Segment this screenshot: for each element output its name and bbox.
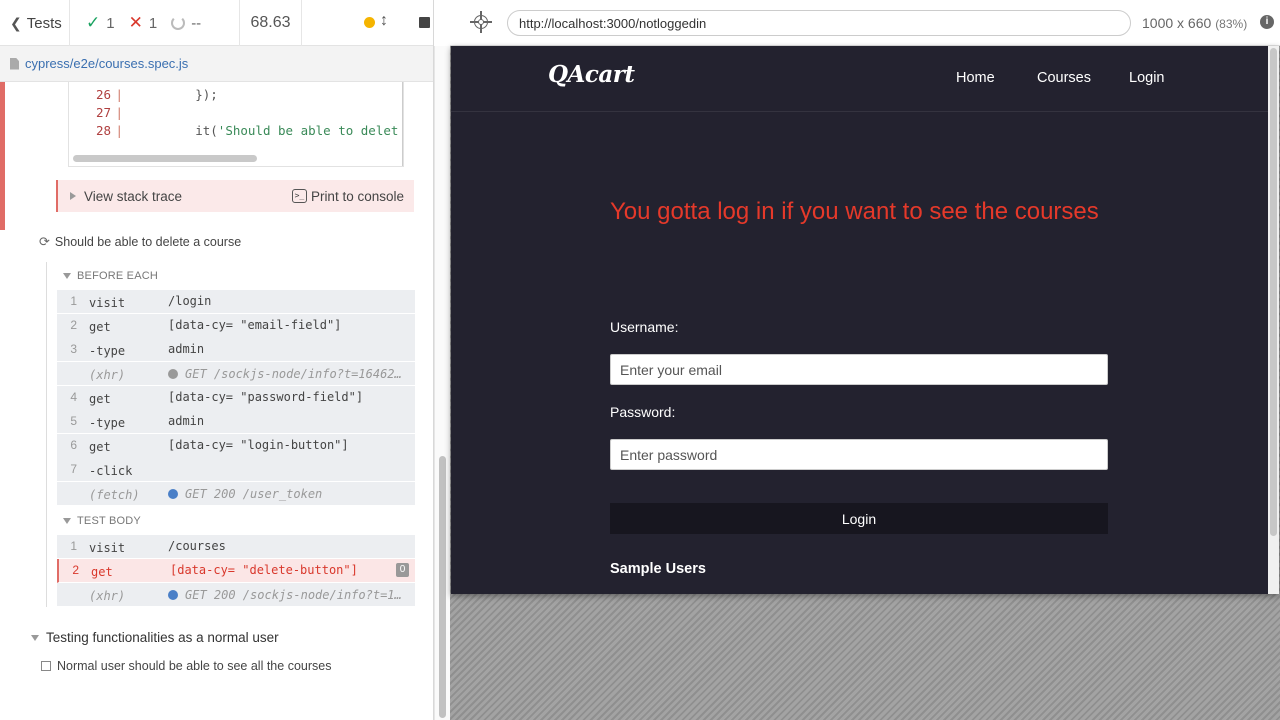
auto-scroll-toggle-icon[interactable]: ↕: [380, 12, 388, 30]
refresh-icon: ⟳: [39, 234, 50, 249]
code-line: 26 | });: [95, 87, 218, 102]
print-to-console-label: Print to console: [310, 188, 404, 204]
error-actions-bar: View stack trace >_ Print to console: [56, 180, 414, 212]
app-scrollbar[interactable]: [1268, 46, 1279, 594]
reporter-scroll-thumb[interactable]: [439, 456, 446, 718]
command-log: BEFORE EACH 1 visit /login 2 get [data-c…: [46, 262, 415, 607]
aut-header: http://localhost:3000/notloggedin 1000 x…: [450, 0, 1280, 46]
test-title-text: Should be able to delete a course: [54, 235, 242, 249]
command-row-xhr[interactable]: (xhr) GET 200 /sockjs-node/info?t=1…: [57, 583, 415, 607]
x-icon: ✕: [128, 13, 143, 32]
tests-back-button[interactable]: ❮ Tests: [0, 0, 70, 46]
spec-path-text: cypress/e2e/courses.spec.js: [25, 56, 189, 71]
passed-count: 1: [106, 14, 115, 32]
pending-stat: --: [171, 15, 201, 32]
username-label: Username:: [610, 319, 679, 335]
hook-before-each[interactable]: BEFORE EACH: [63, 270, 158, 282]
test-stats: ✓ 1 ✕ 1 --: [70, 0, 240, 46]
command-row[interactable]: 1 visit /login: [57, 290, 415, 314]
test-normal-title: Normal user should be able to see all th…: [57, 659, 332, 673]
collapse-triangle-icon: [63, 518, 71, 524]
run-duration: 68.63: [240, 0, 302, 46]
spec-file-path[interactable]: cypress/e2e/courses.spec.js: [0, 46, 433, 82]
failed-test-indicator: [0, 82, 5, 230]
password-label: Password:: [610, 404, 676, 420]
reporter-header: ❮ Tests ✓ 1 ✕ 1 -- 68.63 ↕: [0, 0, 433, 46]
viewport-size: 1000 x 660 (83%): [1142, 15, 1248, 31]
test-title[interactable]: ⟳ Should be able to delete a course: [39, 234, 241, 250]
app-navbar: QAcart Home Courses Login: [451, 46, 1279, 112]
command-row[interactable]: 6 get [data-cy= "login-button"] 7 -click: [57, 434, 415, 482]
code-frame-scrollbar[interactable]: [73, 155, 257, 162]
app-scroll-thumb[interactable]: [1270, 48, 1277, 536]
command-row-failed[interactable]: 2 get [data-cy= "delete-button"] 0: [57, 559, 415, 583]
code-frame: 26 | }); 27 | 28 | it('Should be able to de…: [68, 82, 404, 167]
password-field[interactable]: [610, 439, 1108, 470]
test-normal-user[interactable]: Normal user should be able to see all th…: [41, 659, 331, 673]
stop-button[interactable]: [419, 17, 430, 28]
hook-test-body[interactable]: TEST BODY: [63, 515, 141, 527]
file-icon: [10, 57, 19, 70]
suite-title: Testing functionalities as a normal user: [46, 630, 279, 645]
runnable-list: 26 | }); 27 | 28 | it('Should be able to de…: [0, 82, 433, 680]
code-line: 28 | it('Should be able to delet: [95, 123, 399, 138]
failed-count: 1: [148, 14, 158, 32]
suite-normal-user[interactable]: Testing functionalities as a normal user: [31, 630, 279, 645]
request-done-dot-icon: [168, 489, 178, 499]
tests-label: Tests: [26, 14, 62, 32]
auto-scroll-indicator-icon[interactable]: [364, 17, 375, 28]
expand-triangle-icon[interactable]: [70, 192, 76, 200]
reporter-panel: ❮ Tests ✓ 1 ✕ 1 -- 68.63 ↕ cypress/e2e/c…: [0, 0, 434, 720]
sample-users-heading: Sample Users: [610, 561, 706, 577]
login-required-message: You gotta log in if you want to see the …: [610, 198, 1099, 225]
collapse-triangle-icon: [31, 634, 39, 641]
view-stack-trace-toggle[interactable]: View stack trace: [84, 189, 182, 204]
collapse-triangle-icon: [63, 273, 71, 279]
code-line: 27 |: [95, 105, 123, 120]
command-row[interactable]: 1 visit /courses: [57, 535, 415, 559]
email-field[interactable]: [610, 354, 1108, 385]
chevron-left-icon: ❮: [10, 14, 22, 31]
selector-playground-icon[interactable]: [470, 11, 492, 33]
command-row-xhr[interactable]: (xhr) GET /sockjs-node/info?t=16462…: [57, 362, 415, 386]
pending-spinner-icon: [171, 16, 186, 30]
runner-controls: ↕: [302, 0, 433, 46]
info-icon[interactable]: i: [1260, 15, 1274, 29]
login-button[interactable]: Login: [610, 503, 1108, 534]
failed-stat: ✕ 1: [129, 13, 158, 33]
element-count-badge: 0: [396, 563, 409, 577]
command-row[interactable]: 4 get [data-cy= "password-field"] 5 -typ…: [57, 386, 415, 434]
passed-stat: ✓ 1: [86, 13, 115, 33]
pending-count: --: [191, 14, 202, 32]
check-icon: ✓: [86, 13, 101, 32]
xhr-pending-dot-icon: [168, 369, 178, 379]
nav-login[interactable]: Login: [1129, 70, 1164, 86]
nav-home[interactable]: Home: [956, 70, 995, 86]
app-logo[interactable]: QAcart: [548, 61, 635, 88]
print-to-console-button[interactable]: >_ Print to console: [291, 188, 404, 204]
request-done-dot-icon: [168, 590, 178, 600]
pending-test-icon: [41, 661, 51, 671]
app-iframe: QAcart Home Courses Login You gotta log …: [451, 46, 1279, 594]
reporter-scrollbar[interactable]: [434, 46, 450, 720]
command-row-fetch[interactable]: (fetch) GET 200 /user_token: [57, 482, 415, 506]
nav-courses[interactable]: Courses: [1037, 70, 1091, 86]
terminal-icon: >_: [291, 189, 307, 203]
url-bar[interactable]: http://localhost:3000/notloggedin: [507, 10, 1131, 36]
command-row[interactable]: 2 get [data-cy= "email-field"] 3 -type a…: [57, 314, 415, 362]
